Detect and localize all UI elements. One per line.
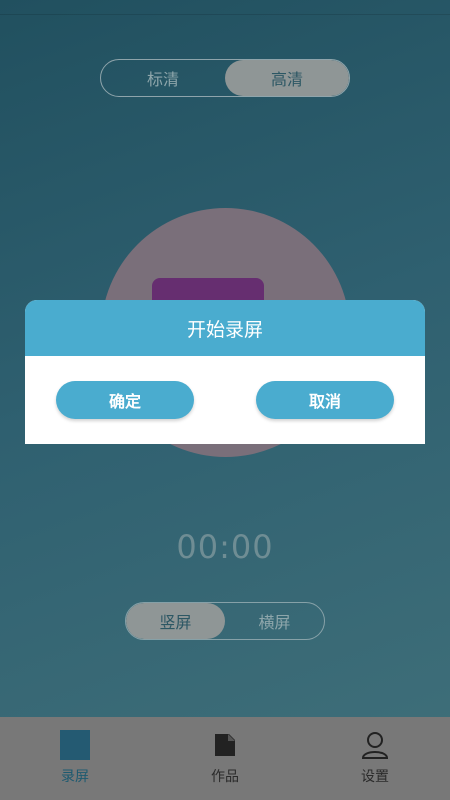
dialog-body: 确定 取消 bbox=[25, 356, 425, 444]
dialog-title: 开始录屏 bbox=[25, 300, 425, 356]
start-recording-dialog: 开始录屏 确定 取消 bbox=[25, 300, 425, 444]
cancel-button[interactable]: 取消 bbox=[256, 381, 394, 419]
confirm-button[interactable]: 确定 bbox=[56, 381, 194, 419]
